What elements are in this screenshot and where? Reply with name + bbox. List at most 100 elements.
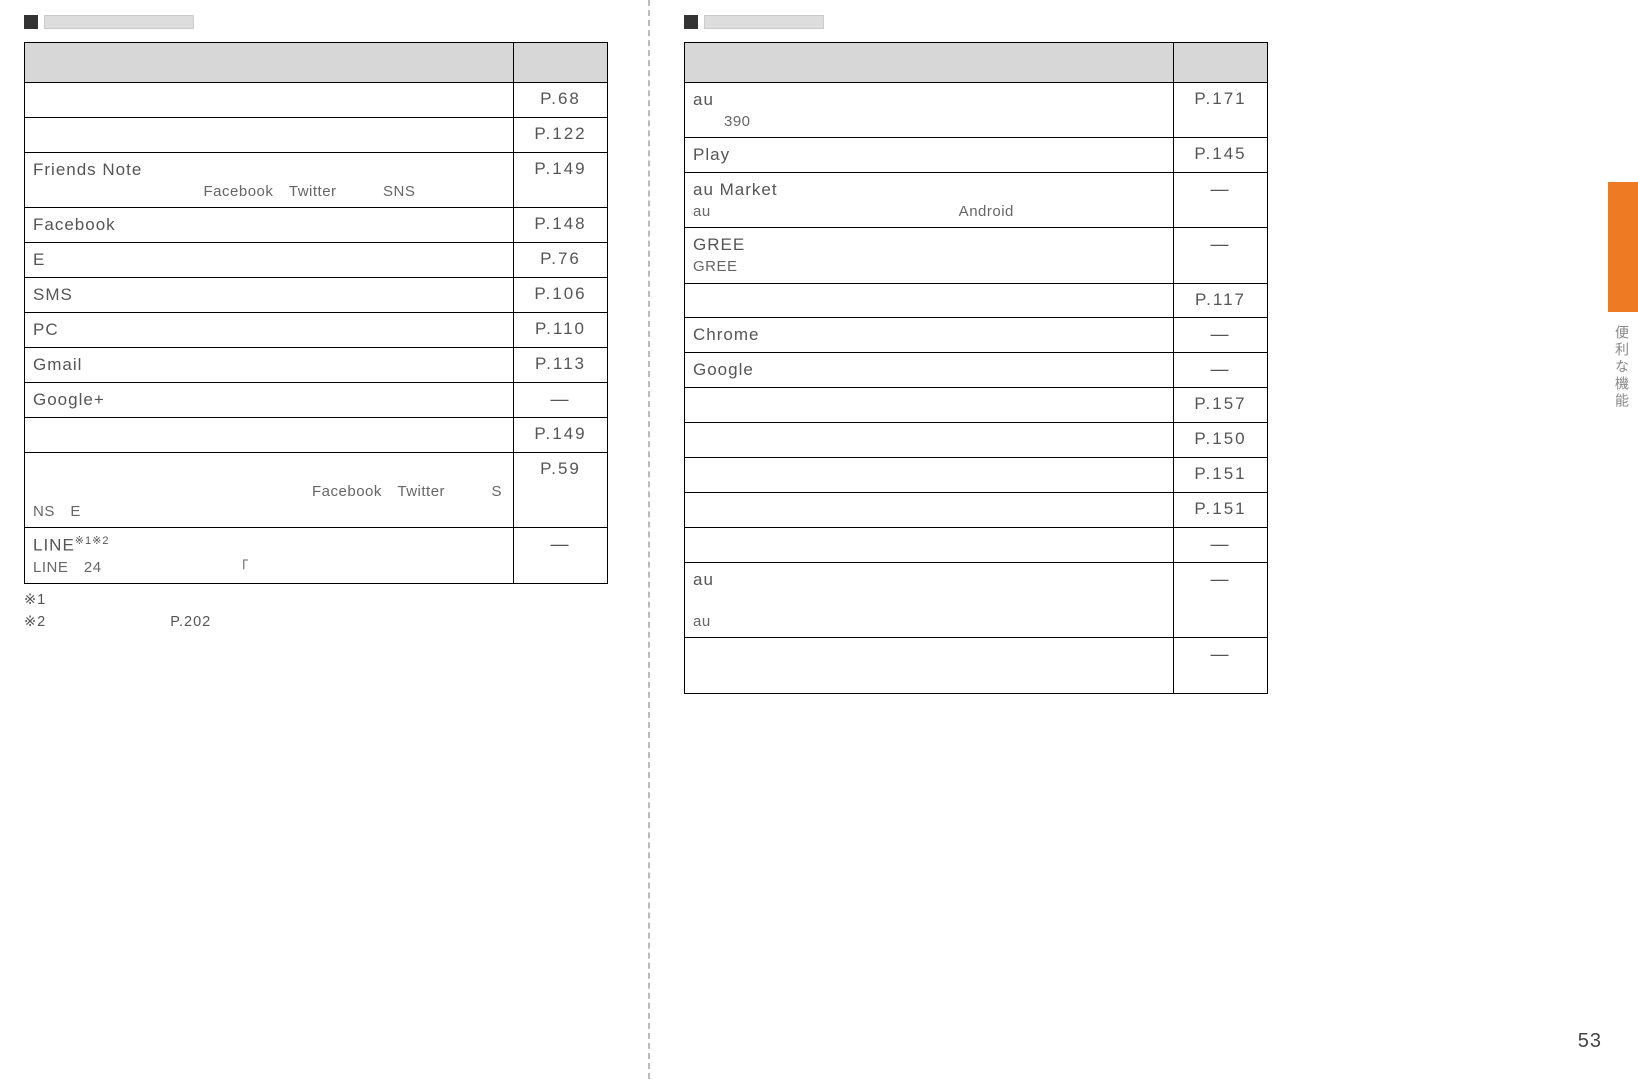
app-name-cell xyxy=(25,117,514,152)
table-row: Facebook P.148 xyxy=(25,208,608,243)
app-name: SMS xyxy=(33,285,73,304)
app-desc: Facebook Twitter SNS E xyxy=(33,482,505,523)
table-row: Google — xyxy=(685,353,1268,388)
ref-cell: — xyxy=(1174,318,1268,353)
app-name xyxy=(693,465,711,484)
app-name: E xyxy=(33,250,81,269)
ref-cell: P.110 xyxy=(514,312,608,347)
heading-placeholder xyxy=(704,15,824,29)
table-row: PC P.110 xyxy=(25,312,608,347)
app-name-cell: GREE GREE xyxy=(685,228,1174,283)
app-name-cell: au Marketau Android xyxy=(685,173,1174,228)
table-row: Facebook Twitter SNS E P.59 xyxy=(25,452,608,527)
square-icon xyxy=(24,15,38,29)
app-name: Google xyxy=(693,360,754,379)
app-name xyxy=(693,395,711,414)
table-row: — xyxy=(685,528,1268,563)
app-name-cell xyxy=(685,638,1174,693)
app-name: Friends Note xyxy=(33,160,142,179)
ref-cell: P.148 xyxy=(514,208,608,243)
app-name-cell: LINE※1※2LINE 24 「 xyxy=(25,528,514,584)
table-row: E P.76 xyxy=(25,243,608,278)
right-column: au 390 P.171Play P.145au Marketau Androi… xyxy=(666,10,1286,1079)
app-name-cell xyxy=(685,458,1174,493)
app-name xyxy=(693,645,711,664)
ref-cell: P.122 xyxy=(514,117,608,152)
th-name xyxy=(685,43,1174,83)
app-name: au xyxy=(693,570,840,589)
footnotes: ※1 ※2 P.202 xyxy=(24,590,608,634)
app-name-cell: au au xyxy=(685,563,1174,638)
table-row: P.150 xyxy=(685,423,1268,458)
table-row: GREE GREE — xyxy=(685,228,1268,283)
ref-cell: P.151 xyxy=(1174,458,1268,493)
ref-cell: — xyxy=(1174,353,1268,388)
app-name xyxy=(693,430,711,449)
table-row: P.68 xyxy=(25,83,608,118)
table-row: SMS P.106 xyxy=(25,277,608,312)
table-row: Google+— xyxy=(25,382,608,417)
left-heading xyxy=(24,10,608,34)
app-name-cell: au 390 xyxy=(685,83,1174,138)
ref-cell: P.157 xyxy=(1174,388,1268,423)
ref-cell: P.106 xyxy=(514,277,608,312)
app-name-cell: PC xyxy=(25,312,514,347)
ref-cell: P.149 xyxy=(514,152,608,207)
app-name: GREE xyxy=(693,235,799,254)
app-desc: au xyxy=(693,592,1165,633)
app-name-cell: Facebook Twitter SNS E xyxy=(25,452,514,527)
table-row: au au — xyxy=(685,563,1268,638)
table-row: Friends Note Facebook Twitter SNS P.149 xyxy=(25,152,608,207)
app-name: Facebook xyxy=(33,215,116,234)
app-name xyxy=(33,460,51,479)
app-name-cell: Friends Note Facebook Twitter SNS xyxy=(25,152,514,207)
ref-cell: P.113 xyxy=(514,347,608,382)
app-desc: GREE xyxy=(693,257,1165,277)
superscript: ※1※2 xyxy=(75,535,110,547)
app-name xyxy=(693,535,711,554)
app-name: au Market xyxy=(693,180,778,199)
square-icon xyxy=(684,15,698,29)
app-name-cell: Play xyxy=(685,138,1174,173)
app-name-cell: Gmail xyxy=(25,347,514,382)
app-name-cell xyxy=(685,283,1174,318)
right-table: au 390 P.171Play P.145au Marketau Androi… xyxy=(684,42,1268,694)
th-name xyxy=(25,43,514,83)
ref-cell: P.117 xyxy=(1174,283,1268,318)
app-name xyxy=(693,291,711,310)
app-name: au xyxy=(693,90,768,109)
app-name-cell xyxy=(685,528,1174,563)
app-name-cell: Facebook xyxy=(25,208,514,243)
ref-cell: P.151 xyxy=(1174,493,1268,528)
column-divider xyxy=(648,0,650,1079)
ref-cell: — xyxy=(1174,528,1268,563)
ref-cell: P.76 xyxy=(514,243,608,278)
app-desc: Facebook Twitter SNS xyxy=(33,182,505,202)
table-row: au 390 P.171 xyxy=(685,83,1268,138)
footnote-2: ※2 P.202 xyxy=(24,612,608,634)
table-row: P.151 xyxy=(685,458,1268,493)
app-name-cell xyxy=(685,423,1174,458)
table-row: GmailP.113 xyxy=(25,347,608,382)
th-ref xyxy=(514,43,608,83)
left-table: P.68 P.122Friends Note Facebook Twitter … xyxy=(24,42,608,584)
ref-cell: — xyxy=(514,382,608,417)
heading-placeholder xyxy=(44,15,194,29)
table-row: P.122 xyxy=(25,117,608,152)
ref-cell: — xyxy=(1174,638,1268,693)
app-name-cell: Chrome xyxy=(685,318,1174,353)
app-name: Chrome xyxy=(693,325,759,344)
table-row: LINE※1※2LINE 24 「 — xyxy=(25,528,608,584)
app-name-cell: E xyxy=(25,243,514,278)
ref-cell: P.68 xyxy=(514,83,608,118)
app-desc: LINE 24 「 xyxy=(33,558,505,578)
app-name-cell xyxy=(685,388,1174,423)
table-row: au Marketau Android — xyxy=(685,173,1268,228)
table-row: — xyxy=(685,638,1268,693)
table-row: Chrome — xyxy=(685,318,1268,353)
ref-cell: P.150 xyxy=(1174,423,1268,458)
table-row: Play P.145 xyxy=(685,138,1268,173)
right-heading xyxy=(684,10,1268,34)
page-number: 53 xyxy=(1578,1030,1602,1053)
app-name-cell xyxy=(685,493,1174,528)
